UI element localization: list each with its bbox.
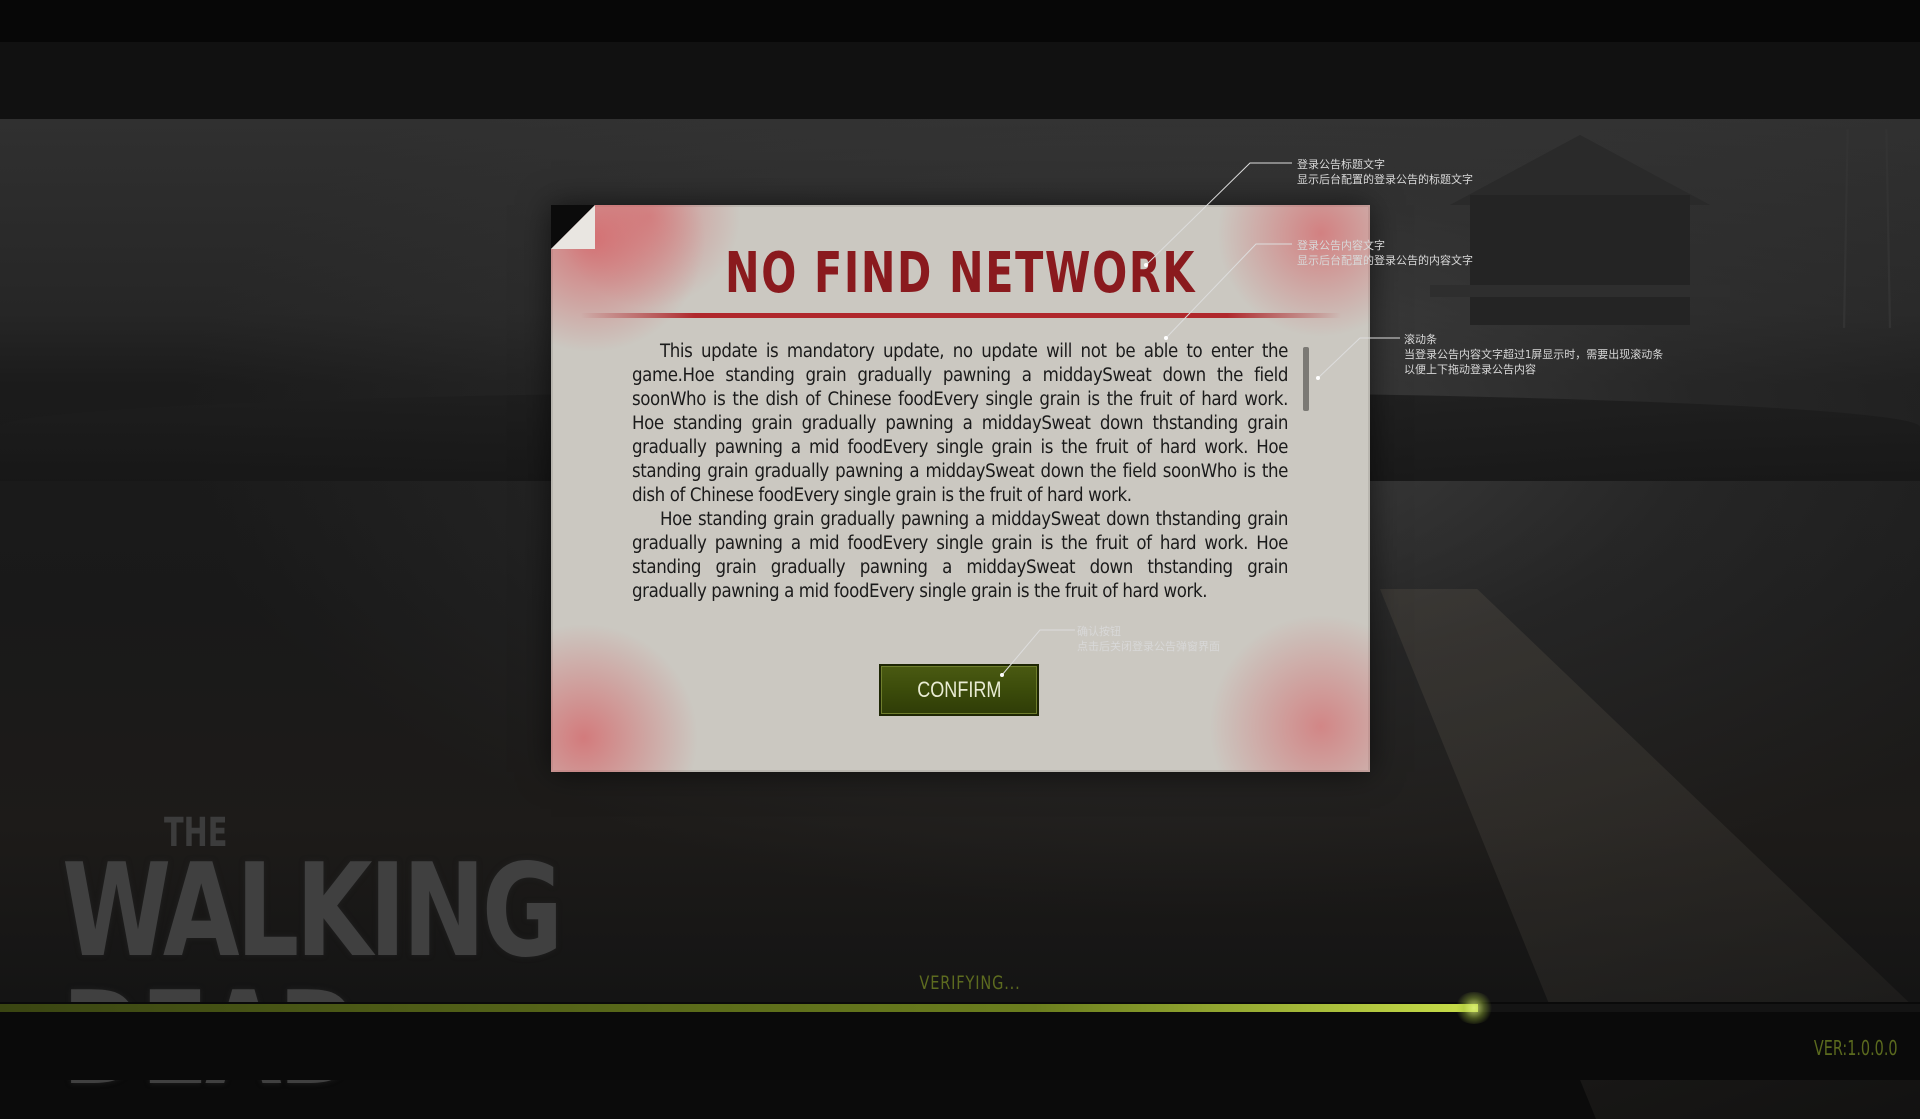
scrollbar-annotation-line1: 滚动条 [1404,333,1437,346]
loading-progress-bar [0,992,1920,1024]
title-divider [581,313,1341,318]
content-paragraph: This update is mandatory update, no upda… [632,341,1288,506]
dialog-folded-corner [551,205,595,249]
content-annotation-line1: 登录公告内容文字 [1297,239,1385,252]
farmhouse-body [1470,195,1690,325]
confirm-button[interactable]: CONFIRM [879,664,1039,716]
confirm-annotation: 确认按钮 点击后关闭登录公告弹窗界面 [1077,624,1220,654]
title-annotation-line1: 登录公告标题文字 [1297,158,1385,171]
scrollbar-thumb[interactable] [1303,347,1309,411]
farmhouse-porch [1430,285,1730,297]
content-annotation-line2: 显示后台配置的登录公告的内容文字 [1297,254,1473,267]
confirm-annotation-line2: 点击后关闭登录公告弹窗界面 [1077,640,1220,653]
top-letterbox [0,0,1920,42]
bottom-bar [0,1002,1920,1080]
announcement-content[interactable]: This update is mandatory update, no upda… [632,340,1288,610]
game-logo: THE WALKING DEAD [62,810,822,1104]
scrollbar-annotation: 滚动条 当登录公告内容文字超过1屏显示时，需要出现滚动条 以便上下拖动登录公告内… [1404,332,1663,377]
scrollbar-annotation-line3: 以便上下拖动登录公告内容 [1404,363,1536,376]
farmhouse-silhouette [1430,135,1730,325]
dialog-title: NO FIND NETWORK [724,241,1197,306]
confirm-button-label: CONFIRM [916,677,1002,702]
top-band [0,42,1920,119]
verifying-status: VERIFYING... [919,972,1021,994]
content-paragraph: Hoe standing grain gradually pawning a m… [632,509,1288,602]
scrollbar-annotation-line2: 当登录公告内容文字超过1屏显示时，需要出现滚动条 [1404,348,1664,361]
content-scrollbar[interactable] [1303,343,1309,613]
version-label: VER:1.0.0.0 [1814,1036,1898,1060]
confirm-annotation-line1: 确认按钮 [1077,625,1121,638]
loading-progress-fill [0,1004,1479,1012]
windmill-tower [1842,129,1892,328]
title-annotation: 登录公告标题文字 显示后台配置的登录公告的标题文字 [1297,157,1473,187]
title-annotation-line2: 显示后台配置的登录公告的标题文字 [1297,173,1473,186]
announcement-dialog: NO FIND NETWORK This update is mandatory… [551,205,1370,772]
content-annotation: 登录公告内容文字 显示后台配置的登录公告的内容文字 [1297,238,1473,268]
